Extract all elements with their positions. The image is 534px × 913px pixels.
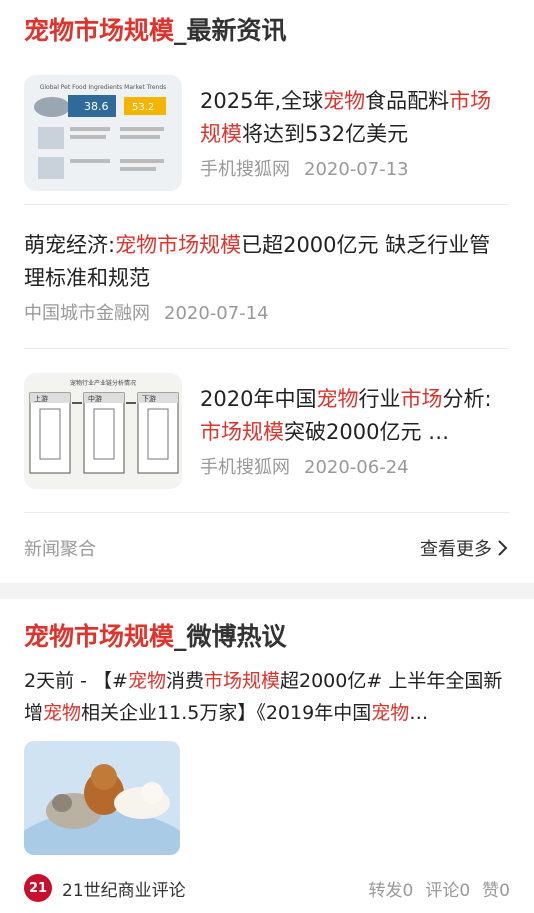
weibo-post-image[interactable]: [24, 741, 180, 855]
news-section-title[interactable]: 宠物市场规模_最新资讯: [24, 0, 510, 62]
news-source: 中国城市金融网: [24, 302, 150, 324]
news-item[interactable]: 萌宠经济:宠物市场规模已超2000亿元 缺乏行业管理标准和规范 中国城市金融网 2…: [24, 205, 510, 349]
news-meta: 手机搜狐网 2020-06-24: [200, 453, 510, 479]
post-actions: 转发0 评论0 赞0: [369, 876, 510, 901]
news-source: 手机搜狐网: [200, 456, 290, 478]
news-aggregate-label: 新闻聚合: [24, 539, 96, 560]
source-name: 21世纪商业评论: [62, 880, 186, 901]
news-title: 2020年中国宠物行业市场分析:市场规模突破2000亿元 …: [200, 386, 492, 444]
weibo-footer: 21 21世纪商业评论 转发0 评论0 赞0: [24, 863, 510, 913]
news-title: 2025年,全球宠物食品配料市场规模将达到532亿美元: [200, 89, 492, 146]
weibo-source[interactable]: 21 21世纪商业评论: [24, 874, 186, 902]
news-card: 宠物市场规模_最新资讯 Global Pet Food Ingredients …: [0, 0, 534, 583]
news-date: 2020-07-13: [304, 159, 409, 180]
news-item[interactable]: Global Pet Food Ingredients Market Trend…: [24, 62, 510, 205]
weibo-post-text[interactable]: 2天前 - 【#宠物消费市场规模超2000亿# 上半年全国新增宠物相关企业11.…: [24, 665, 510, 729]
source-logo-icon: 21: [24, 874, 52, 902]
view-more-link[interactable]: 查看更多: [420, 535, 510, 561]
weibo-section-title[interactable]: 宠物市场规模_微博热议: [24, 609, 510, 665]
news-meta: 中国城市金融网 2020-07-14: [24, 299, 510, 325]
thumb-caption: Global Pet Food Ingredients Market Trend…: [40, 84, 167, 91]
news-footer: 新闻聚合 查看更多: [24, 513, 510, 583]
news-title: 萌宠经济:宠物市场规模已超2000亿元 缺乏行业管理标准和规范: [24, 232, 491, 290]
thumb-number-a: 38.6: [84, 100, 109, 113]
comment-button[interactable]: 评论0: [425, 881, 470, 901]
repost-button[interactable]: 转发0: [369, 881, 414, 901]
news-source: 手机搜狐网: [200, 159, 290, 180]
news-date: 2020-07-14: [164, 302, 269, 324]
thumb-col-label: 上游: [34, 394, 48, 403]
thumb-col-label: 中游: [88, 394, 102, 403]
news-meta: 手机搜狐网 2020-07-13: [200, 155, 510, 181]
thumb-col-label: 下游: [142, 394, 156, 403]
news-item[interactable]: 宠物行业产业链分析情况 上游 中游 下游 2020年中国宠物行业市场分析:市场规…: [24, 349, 510, 513]
news-thumbnail: 宠物行业产业链分析情况 上游 中游 下游: [24, 372, 182, 489]
chevron-right-icon: [498, 540, 508, 556]
news-thumbnail: Global Pet Food Ingredients Market Trend…: [24, 75, 182, 191]
weibo-card: 宠物市场规模_微博热议 2天前 - 【#宠物消费市场规模超2000亿# 上半年全…: [0, 609, 534, 913]
thumb-number-b: 53.2: [132, 102, 154, 113]
news-date: 2020-06-24: [304, 456, 409, 478]
like-button[interactable]: 赞0: [482, 881, 510, 901]
thumb-caption: 宠物行业产业链分析情况: [70, 379, 136, 387]
section-divider: [0, 583, 534, 599]
